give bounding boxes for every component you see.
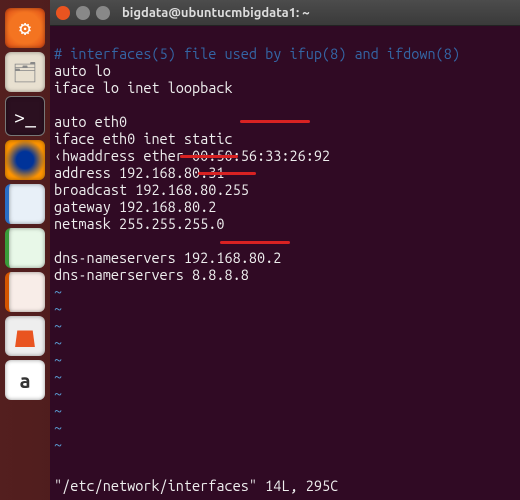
annotation-underline <box>180 155 238 158</box>
vim-tilde: ~ <box>54 385 62 402</box>
vim-tilde: ~ <box>54 419 62 436</box>
vim-tilde: ~ <box>54 402 62 419</box>
vim-status-line: "/etc/network/interfaces" 14L, 295C <box>54 477 338 494</box>
maximize-icon[interactable] <box>96 6 110 20</box>
software-center-icon[interactable] <box>5 316 45 356</box>
vim-tilde: ~ <box>54 334 62 351</box>
firefox-icon[interactable] <box>5 140 45 180</box>
amazon-icon[interactable]: a <box>5 360 45 400</box>
ubuntu-dash-icon[interactable]: ⚙ <box>5 8 45 48</box>
annotation-underline <box>240 120 310 123</box>
config-line: gateway 192.168.80.2 <box>54 198 216 215</box>
config-line: netmask 255.255.255.0 <box>54 215 225 232</box>
vim-tilde: ~ <box>54 283 62 300</box>
terminal-window: bigdata@ubuntucmbigdata1: ~ # interfaces… <box>50 0 520 500</box>
config-line: broadcast 192.168.80.255 <box>54 181 249 198</box>
config-line: dns-nameservers 192.168.80.2 <box>54 249 281 266</box>
vim-tilde: ~ <box>54 351 62 368</box>
config-line: iface lo inet loopback <box>54 79 233 96</box>
writer-icon[interactable] <box>5 184 45 224</box>
vim-tilde: ~ <box>54 436 62 453</box>
title-bar: bigdata@ubuntucmbigdata1: ~ <box>50 0 520 26</box>
config-line: iface eth0 inet static <box>54 130 233 147</box>
impress-icon[interactable] <box>5 272 45 312</box>
close-icon[interactable] <box>56 6 70 20</box>
cursor-glyph: ‹ <box>54 147 62 164</box>
config-line: dns-namerservers 8.8.8.8 <box>54 266 249 283</box>
annotation-underline <box>198 172 256 175</box>
config-line: auto eth0 <box>54 113 127 130</box>
vim-tilde: ~ <box>54 300 62 317</box>
terminal-icon[interactable]: >_ <box>5 96 45 136</box>
comment-line: # interfaces(5) file used by ifup(8) and… <box>54 45 460 62</box>
minimize-icon[interactable] <box>76 6 90 20</box>
vim-tilde: ~ <box>54 317 62 334</box>
window-title: bigdata@ubuntucmbigdata1: ~ <box>122 6 310 20</box>
files-icon[interactable]: 🗂 <box>5 52 45 92</box>
config-line: auto lo <box>54 62 111 79</box>
vim-tilde: ~ <box>54 368 62 385</box>
terminal-body[interactable]: # interfaces(5) file used by ifup(8) and… <box>50 26 520 500</box>
annotation-underline <box>220 241 290 244</box>
unity-launcher: ⚙ 🗂 >_ a <box>0 0 50 500</box>
calc-icon[interactable] <box>5 228 45 268</box>
